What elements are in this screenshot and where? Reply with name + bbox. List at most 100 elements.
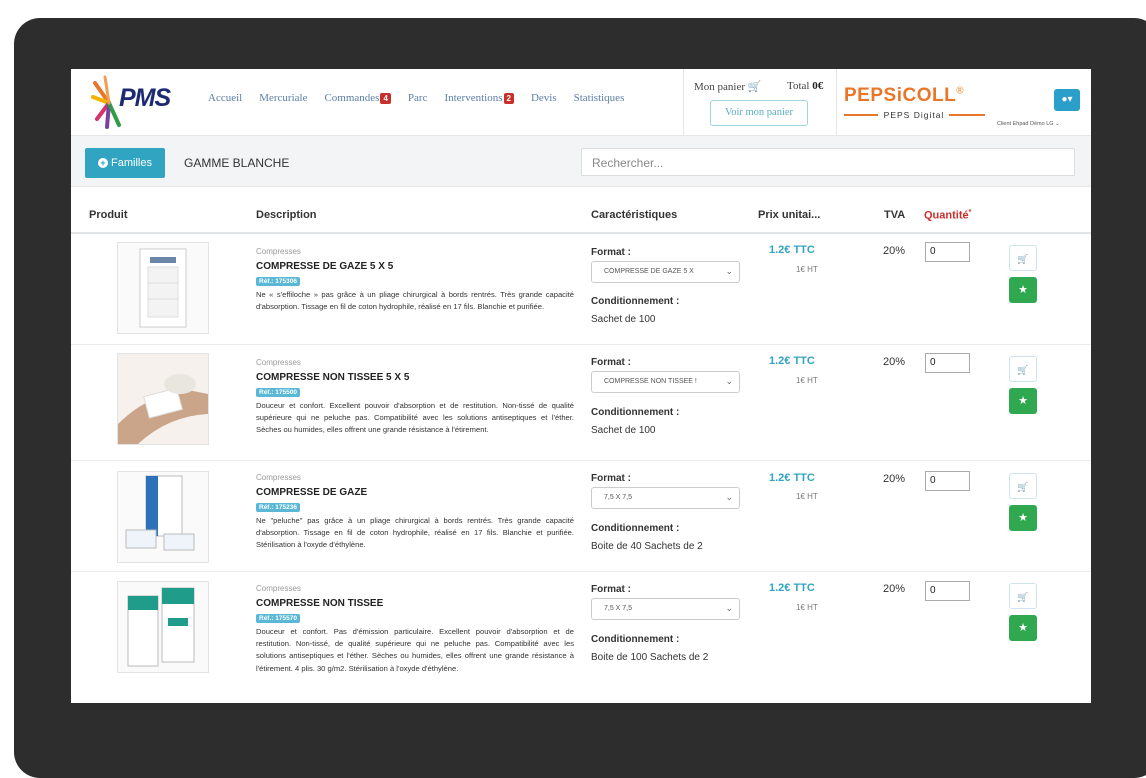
tva-value: 20% xyxy=(883,245,906,257)
filter-toolbar: + Familles GAMME BLANCHE Rechercher... xyxy=(71,136,1091,187)
nav-link-commandes[interactable]: Commandes 4 xyxy=(324,92,391,104)
top-navbar: PMS Accueil Mercuriale Commandes 4 Parc I… xyxy=(71,69,1091,136)
product-ref-badge: Réf.: 175570 xyxy=(256,614,300,623)
commandes-badge: 4 xyxy=(380,92,391,104)
view-cart-button[interactable]: Voir mon panier xyxy=(710,100,808,126)
cart-icon: 🛒 xyxy=(1017,482,1029,492)
gauze-package-icon xyxy=(139,248,187,328)
star-icon: ★ xyxy=(1018,512,1028,524)
nav-links: Accueil Mercuriale Commandes 4 Parc Inter… xyxy=(208,92,641,104)
favorite-button[interactable]: ★ xyxy=(1009,277,1037,303)
gauze-box-icon xyxy=(125,475,195,551)
quantity-input[interactable]: 0 xyxy=(925,471,970,491)
favorite-button[interactable]: ★ xyxy=(1009,615,1037,641)
add-to-cart-button[interactable]: 🛒 xyxy=(1009,356,1037,382)
nav-link-statistiques[interactable]: Statistiques xyxy=(574,92,625,104)
conditionnement-label: Conditionnement : xyxy=(591,634,680,645)
price-ht: 1€ HT xyxy=(796,603,818,612)
col-description[interactable]: Description xyxy=(256,209,317,221)
conditionnement-label: Conditionnement : xyxy=(591,523,680,534)
favorite-button[interactable]: ★ xyxy=(1009,388,1037,414)
product-category: Compresses xyxy=(256,584,301,593)
product-description: Douceur et confort. Pas d'émission parti… xyxy=(256,627,574,673)
chevron-down-icon: ⌄ xyxy=(725,603,733,613)
nav-link-interventions[interactable]: Interventions 2 xyxy=(444,92,514,104)
add-to-cart-button[interactable]: 🛒 xyxy=(1009,245,1037,271)
cart-icon: 🛒 xyxy=(747,81,762,93)
gamme-title: GAMME BLANCHE xyxy=(184,156,290,170)
price-ttc: 1.2€ TTC xyxy=(769,355,815,367)
cart-icon: 🛒 xyxy=(1017,365,1029,375)
product-image[interactable] xyxy=(117,242,209,334)
product-ref-badge: Réf.: 175306 xyxy=(256,277,300,286)
product-image[interactable] xyxy=(117,353,209,445)
product-description: Ne "peluche" pas grâce à un pliage chiru… xyxy=(256,516,574,550)
star-icon: ★ xyxy=(1018,284,1028,296)
quantity-input[interactable]: 0 xyxy=(925,581,970,601)
col-tva[interactable]: TVA xyxy=(884,209,905,221)
quantity-input[interactable]: 0 xyxy=(925,353,970,373)
pms-logo[interactable]: PMS xyxy=(91,75,186,130)
cart-label: Mon panier 🛒 xyxy=(694,81,762,93)
table-row: Compresses COMPRESSE NON TISSEE 5 X 5 Ré… xyxy=(71,345,1091,461)
wound-dressing-photo-icon xyxy=(118,354,208,444)
quantity-input[interactable]: 0 xyxy=(925,242,970,262)
product-category: Compresses xyxy=(256,247,301,256)
nav-link-accueil[interactable]: Accueil xyxy=(208,92,242,104)
format-label: Format : xyxy=(591,584,631,595)
price-ttc: 1.2€ TTC xyxy=(769,244,815,256)
product-category: Compresses xyxy=(256,473,301,482)
nav-link-devis[interactable]: Devis xyxy=(531,92,557,104)
nav-link-mercuriale[interactable]: Mercuriale xyxy=(259,92,307,104)
format-select[interactable]: COMPRESSE DE GAZE 5 X ⌄ xyxy=(591,261,740,283)
format-select[interactable]: COMPRESSE NON TISSEE ! ⌄ xyxy=(591,371,740,393)
product-name[interactable]: COMPRESSE NON TISSEE 5 X 5 xyxy=(256,372,409,383)
logo-text: PMS xyxy=(119,84,171,112)
plus-circle-icon: + xyxy=(98,158,109,168)
conditionnement-value: Boite de 40 Sachets de 2 xyxy=(591,541,703,552)
format-select[interactable]: 7,5 X 7,5 ⌄ xyxy=(591,487,740,509)
product-ref-badge: Réf.: 175500 xyxy=(256,388,300,397)
add-to-cart-button[interactable]: 🛒 xyxy=(1009,583,1037,609)
chevron-down-icon: ⌄ xyxy=(725,266,733,276)
col-produit[interactable]: Produit xyxy=(89,209,128,221)
nav-link-parc[interactable]: Parc xyxy=(408,92,428,104)
search-input[interactable]: Rechercher... xyxy=(581,148,1075,176)
price-ttc: 1.2€ TTC xyxy=(769,472,815,484)
product-image[interactable] xyxy=(117,471,209,563)
price-ht: 1€ HT xyxy=(796,492,818,501)
product-image[interactable] xyxy=(117,581,209,673)
products-table-header: Produit Description Caractéristiques Pri… xyxy=(71,200,1091,234)
col-quantite[interactable]: Quantité* xyxy=(924,209,971,222)
col-prix[interactable]: Prix unitai... xyxy=(758,209,820,221)
cart-icon: 🛒 xyxy=(1017,592,1029,602)
nonwoven-box-icon xyxy=(127,587,195,667)
product-name[interactable]: COMPRESSE NON TISSEE xyxy=(256,598,383,609)
app-screen: PMS Accueil Mercuriale Commandes 4 Parc I… xyxy=(71,69,1091,703)
product-ref-badge: Réf.: 175236 xyxy=(256,503,300,512)
format-label: Format : xyxy=(591,247,631,258)
tva-value: 20% xyxy=(883,356,906,368)
table-row: Compresses COMPRESSE NON TISSEE Réf.: 17… xyxy=(71,572,1091,703)
product-name[interactable]: COMPRESSE DE GAZE xyxy=(256,487,367,498)
user-menu-button[interactable]: ●▾ xyxy=(1054,89,1080,111)
product-name[interactable]: COMPRESSE DE GAZE 5 X 5 xyxy=(256,261,393,272)
peps-logo-text: PEPSiCOLL® xyxy=(844,85,965,106)
table-row: Compresses COMPRESSE DE GAZE Réf.: 17523… xyxy=(71,461,1091,572)
interventions-badge: 2 xyxy=(503,92,514,104)
format-select[interactable]: 7,5 X 7,5 ⌄ xyxy=(591,598,740,620)
product-description: Ne « s'effiloche » pas grâce à un pliage… xyxy=(256,290,574,312)
tva-value: 20% xyxy=(883,473,906,485)
col-caracteristiques[interactable]: Caractéristiques xyxy=(591,209,677,221)
favorite-button[interactable]: ★ xyxy=(1009,505,1037,531)
chevron-down-icon: ⌄ xyxy=(725,376,733,386)
format-label: Format : xyxy=(591,473,631,484)
price-ht: 1€ HT xyxy=(796,265,818,274)
families-button[interactable]: + Familles xyxy=(85,148,165,178)
chevron-down-icon: ⌄ xyxy=(725,492,733,502)
client-name[interactable]: Client Ehpad Démo LG ⌄ xyxy=(997,121,1060,127)
user-icon: ●▾ xyxy=(1061,94,1073,105)
peps-divider-right xyxy=(949,114,985,116)
add-to-cart-button[interactable]: 🛒 xyxy=(1009,473,1037,499)
conditionnement-value: Sachet de 100 xyxy=(591,425,656,436)
